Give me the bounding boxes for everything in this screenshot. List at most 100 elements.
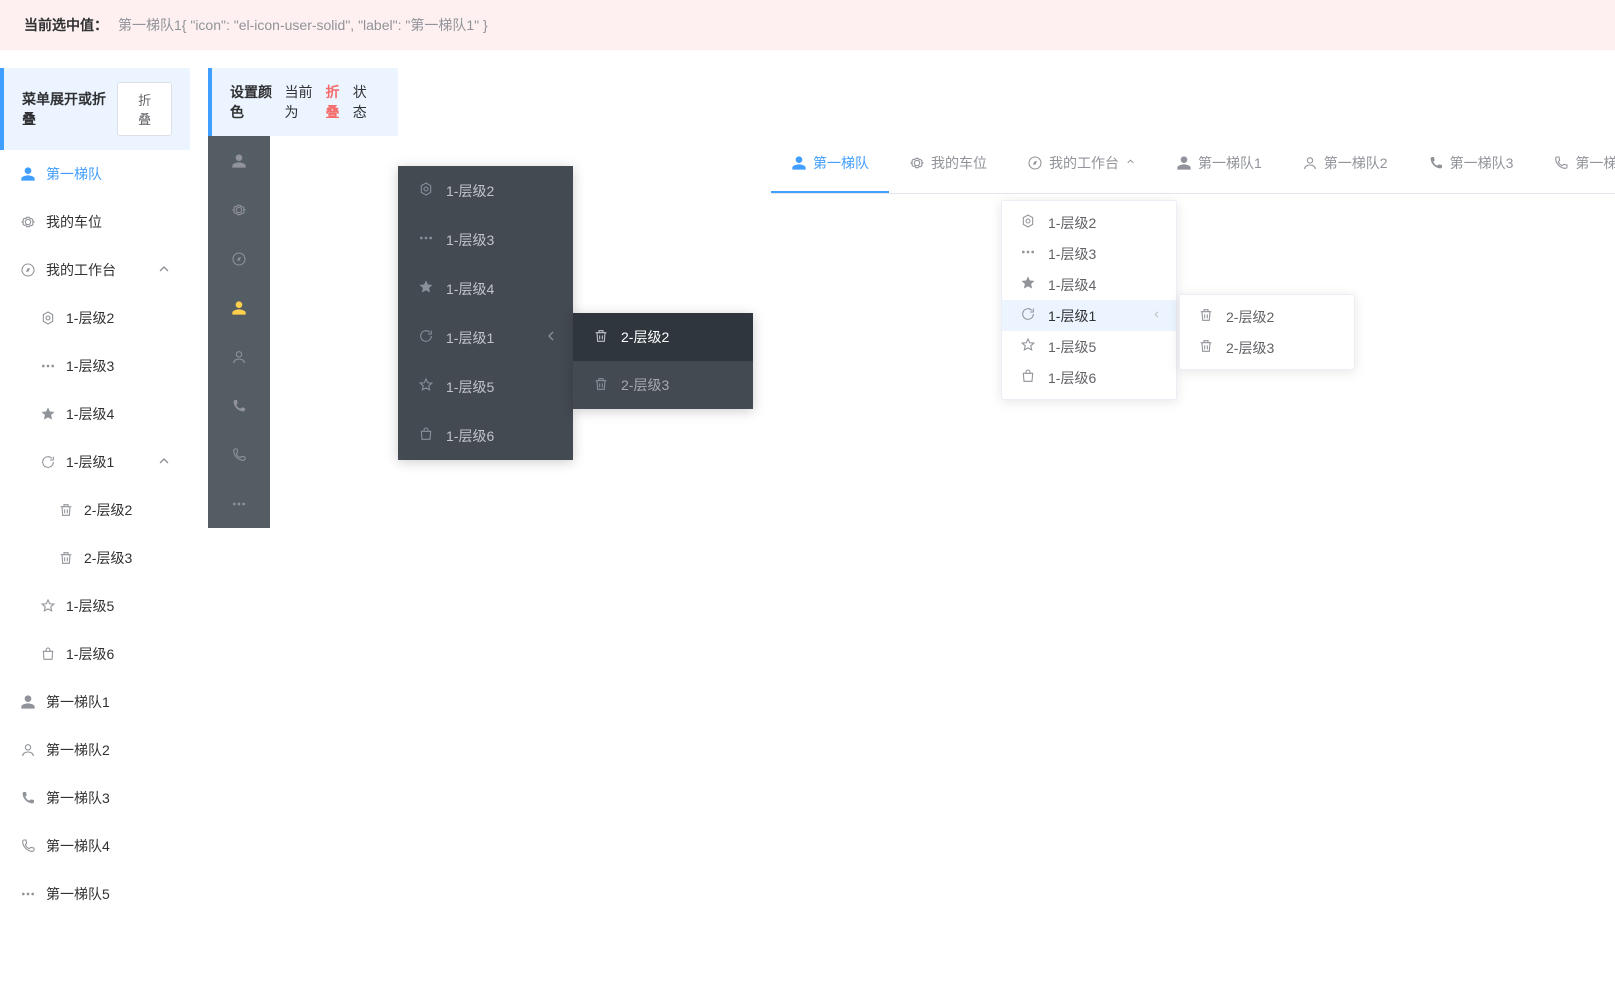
compass-icon xyxy=(1027,155,1043,171)
goods-icon xyxy=(1020,368,1038,387)
dark-rail xyxy=(208,136,270,528)
middle-panel: 设置颜色 当前为折叠状态 1-层级2 1-层级3 1-层级4 1-层级1 1-层… xyxy=(208,68,753,528)
menu-sub-level5[interactable]: 1-层级5 xyxy=(0,582,190,630)
horizontal-menu: 第一梯队 我的车位 我的工作台 第一梯队1 第一梯队2 第一梯队3 第一梯队4 … xyxy=(771,134,1615,194)
rail-user-solid-active[interactable] xyxy=(208,283,270,332)
flyout-item-label: 1-层级3 xyxy=(446,230,494,250)
refresh-icon xyxy=(1020,306,1038,325)
flyout-item[interactable]: 1-层级2 xyxy=(398,166,573,215)
chevron-up-icon xyxy=(156,453,172,472)
phone-icon xyxy=(20,790,38,806)
left-panel-header: 菜单展开或折叠 折叠 xyxy=(0,68,190,150)
trash-icon xyxy=(1198,307,1216,326)
flyout-item[interactable]: 1-层级5 xyxy=(398,362,573,411)
dropdown-item-label: 2-层级3 xyxy=(1226,338,1274,358)
flyout-item-label: 1-层级1 xyxy=(446,328,494,348)
hmenu-item-t1[interactable]: 第一梯队1 xyxy=(1156,134,1282,193)
dropdown-item[interactable]: 1-层级6 xyxy=(1002,362,1176,393)
rail-more[interactable] xyxy=(208,479,270,528)
dropdown-item[interactable]: 1-层级5 xyxy=(1002,331,1176,362)
menu-item-t2[interactable]: 第一梯队2 xyxy=(0,726,190,774)
menu-item-label: 1-层级5 xyxy=(66,596,114,616)
flyout-item-expandable[interactable]: 1-层级1 xyxy=(398,313,573,362)
rail-gear[interactable] xyxy=(208,185,270,234)
hmenu-label: 第一梯队3 xyxy=(1450,153,1514,173)
rail-user-solid[interactable] xyxy=(208,136,270,185)
dropdown-item-expandable[interactable]: 1-层级1 xyxy=(1002,300,1176,331)
menu-item-t1[interactable]: 第一梯队1 xyxy=(0,678,190,726)
menu-item-team1[interactable]: 第一梯队 xyxy=(0,150,190,198)
hmenu-item-t4[interactable]: 第一梯队4 xyxy=(1533,134,1615,193)
trash-icon xyxy=(58,550,76,566)
rail-compass[interactable] xyxy=(208,234,270,283)
menu-sub-level4[interactable]: 1-层级4 xyxy=(0,390,190,438)
menu-item-label: 1-层级3 xyxy=(66,356,114,376)
dropdown-1: 1-层级2 1-层级3 1-层级4 1-层级1 1-层级5 1-层级6 xyxy=(1001,200,1177,400)
menu-item-label: 第一梯队5 xyxy=(46,884,110,904)
hmenu-item-team1[interactable]: 第一梯队 xyxy=(771,134,889,193)
chevron-up-icon xyxy=(1125,156,1136,170)
menu-sub-level2[interactable]: 1-层级2 xyxy=(0,294,190,342)
hmenu-item-workbench[interactable]: 我的工作台 xyxy=(1007,134,1156,193)
menu-item-label: 1-层级6 xyxy=(66,644,114,664)
flyout-item-label: 1-层级4 xyxy=(446,279,494,299)
dropdown-item-label: 1-层级3 xyxy=(1048,244,1096,264)
setting-icon xyxy=(40,310,58,326)
flyout-item[interactable]: 1-层级3 xyxy=(398,215,573,264)
hmenu-label: 我的车位 xyxy=(931,153,987,173)
dropdown-item[interactable]: 1-层级2 xyxy=(1002,207,1176,238)
flyout2-item[interactable]: 2-层级2 xyxy=(573,313,753,361)
rail-user[interactable] xyxy=(208,332,270,381)
menu-item-t4[interactable]: 第一梯队4 xyxy=(0,822,190,870)
menu-sub-level6[interactable]: 1-层级6 xyxy=(0,630,190,678)
flyout-item[interactable]: 1-层级6 xyxy=(398,411,573,460)
dropdown-item[interactable]: 2-层级3 xyxy=(1180,332,1354,363)
menu-item-label: 我的车位 xyxy=(46,212,102,232)
menu-sub2-level3[interactable]: 2-层级3 xyxy=(0,534,190,582)
user-solid-icon xyxy=(791,155,807,171)
more-icon xyxy=(20,886,38,902)
user-icon xyxy=(1302,155,1318,171)
left-panel-title: 菜单展开或折叠 xyxy=(22,89,107,129)
menu-item-label: 1-层级2 xyxy=(66,308,114,328)
menu-item-parking[interactable]: 我的车位 xyxy=(0,198,190,246)
menu-item-t5[interactable]: 第一梯队5 xyxy=(0,870,190,918)
star-off-icon xyxy=(1020,337,1038,356)
dropdown-item-label: 1-层级6 xyxy=(1048,368,1096,388)
trash-icon xyxy=(1198,338,1216,357)
dropdown-item[interactable]: 1-层级3 xyxy=(1002,238,1176,269)
menu-item-label: 我的工作台 xyxy=(46,260,116,280)
hmenu-item-t3[interactable]: 第一梯队3 xyxy=(1408,134,1534,193)
trash-icon xyxy=(58,502,76,518)
hmenu-item-parking[interactable]: 我的车位 xyxy=(889,134,1007,193)
menu-sub-level1[interactable]: 1-层级1 xyxy=(0,438,190,486)
menu-item-label: 2-层级3 xyxy=(84,548,132,568)
rail-phone-outline[interactable] xyxy=(208,430,270,479)
gear-icon xyxy=(909,155,925,171)
chevron-left-icon xyxy=(1151,309,1162,323)
menu-sub2-level2[interactable]: 2-层级2 xyxy=(0,486,190,534)
flyout2-item[interactable]: 2-层级3 xyxy=(573,361,753,409)
mid-state-prefix: 当前为 xyxy=(285,82,326,122)
rail-phone[interactable] xyxy=(208,381,270,430)
setting-icon xyxy=(418,181,436,200)
menu-sub-level3[interactable]: 1-层级3 xyxy=(0,342,190,390)
setting-icon xyxy=(1020,213,1038,232)
menu-item-t3[interactable]: 第一梯队3 xyxy=(0,774,190,822)
more-icon xyxy=(418,230,436,249)
alert-label: 当前选中值： xyxy=(24,15,108,35)
refresh-icon xyxy=(418,328,436,347)
hmenu-item-t2[interactable]: 第一梯队2 xyxy=(1282,134,1408,193)
user-solid-icon xyxy=(1176,155,1192,171)
goods-icon xyxy=(40,646,58,662)
star-icon xyxy=(418,279,436,298)
dropdown-item[interactable]: 1-层级4 xyxy=(1002,269,1176,300)
mid-panel-header: 设置颜色 当前为折叠状态 xyxy=(208,68,398,136)
toggle-collapse-button[interactable]: 折叠 xyxy=(117,82,172,136)
dropdown-item[interactable]: 2-层级2 xyxy=(1180,301,1354,332)
flyout-item[interactable]: 1-层级4 xyxy=(398,264,573,313)
trash-icon xyxy=(593,328,611,347)
menu-item-workbench[interactable]: 我的工作台 xyxy=(0,246,190,294)
phone-outline-icon xyxy=(1553,155,1569,171)
user-solid-icon xyxy=(20,166,38,182)
